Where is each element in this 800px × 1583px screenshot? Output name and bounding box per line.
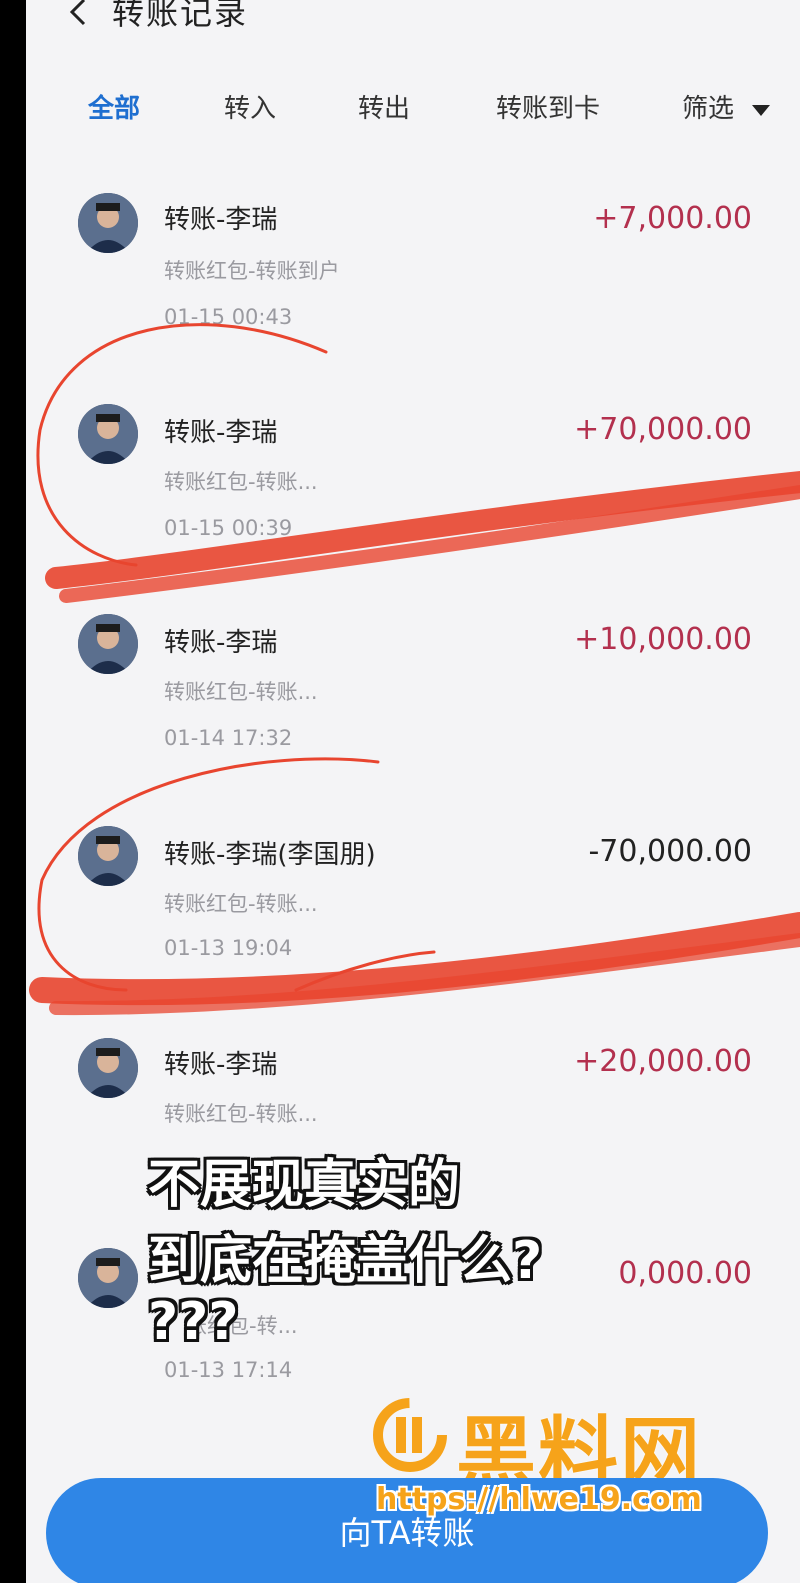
avatar: [78, 1038, 138, 1098]
record-amount: +70,000.00: [574, 412, 752, 447]
record-amount: +20,000.00: [574, 1044, 752, 1079]
overlay-caption-line: 不展现真实的: [148, 1155, 461, 1215]
record-title: 转账-李瑞: [164, 1050, 278, 1080]
tab-all[interactable]: 全部: [88, 88, 140, 125]
top-bar: 转账记录: [26, 0, 800, 50]
watermark-logo-icon: [373, 1398, 447, 1472]
tab-incoming[interactable]: 转入: [224, 88, 276, 125]
list-item[interactable]: 转账-李瑞 转账红包-转账到户 01-15 00:43 +7,000.00: [26, 185, 800, 385]
back-arrow-icon[interactable]: [62, 0, 98, 32]
record-subtitle: 转账红包-转账...: [164, 892, 318, 916]
avatar: [78, 404, 138, 464]
avatar: [78, 193, 138, 253]
overlay-caption-line: ???: [148, 1292, 239, 1352]
list-item[interactable]: 转账-李瑞 转账红包-转账... 01-14 17:32 +10,000.00: [26, 610, 800, 810]
app-screen: 转账记录 全部 转入 转出 转账到卡 筛选 转账-李瑞 转账红包-转账到户 01…: [26, 0, 800, 1583]
record-amount: +7,000.00: [593, 201, 752, 236]
filter-label: 筛选: [682, 94, 735, 124]
filter-tabs: 全部 转入 转出 转账到卡 筛选: [26, 88, 800, 138]
record-amount: 0,000.00: [618, 1256, 752, 1291]
record-time: 01-13 19:04: [164, 936, 293, 960]
record-time: 01-13 17:14: [164, 1358, 293, 1382]
record-title: 转账-李瑞: [164, 205, 278, 235]
tab-transfer-to-card[interactable]: 转账到卡: [496, 88, 600, 125]
tab-outgoing[interactable]: 转出: [358, 88, 410, 125]
list-item[interactable]: 转账-李瑞 转账红包-转账... 01-15 00:39 +70,000.00: [26, 398, 800, 598]
record-title: 转账-李瑞: [164, 418, 278, 448]
record-time: 01-15 00:43: [164, 305, 293, 329]
avatar: [78, 1248, 138, 1308]
record-subtitle: 转账红包-转账到户: [164, 259, 340, 283]
overlay-caption-line: 到底在掩盖什么?: [148, 1231, 543, 1291]
list-item[interactable]: 转账-李瑞(李国朋) 转账红包-转账... 01-13 19:04 -70,00…: [26, 822, 800, 1022]
avatar: [78, 614, 138, 674]
page-title: 转账记录: [112, 0, 249, 32]
record-subtitle: 转账红包-转账...: [164, 680, 318, 704]
record-title: 转账-李瑞(李国朋): [164, 840, 376, 870]
record-title: 转账-李瑞: [164, 628, 278, 658]
record-subtitle: 转账红包-转账...: [164, 1102, 318, 1126]
avatar: [78, 826, 138, 886]
record-subtitle: 转账红包-转账...: [164, 470, 318, 494]
record-amount: +10,000.00: [574, 622, 752, 657]
watermark-url: https://hlwe19.com: [376, 1482, 702, 1517]
caret-down-icon: [752, 104, 771, 116]
record-amount: -70,000.00: [588, 834, 752, 869]
record-time: 01-14 17:32: [164, 726, 293, 750]
record-time: 01-15 00:39: [164, 516, 293, 540]
tab-filter[interactable]: 筛选: [682, 88, 771, 125]
